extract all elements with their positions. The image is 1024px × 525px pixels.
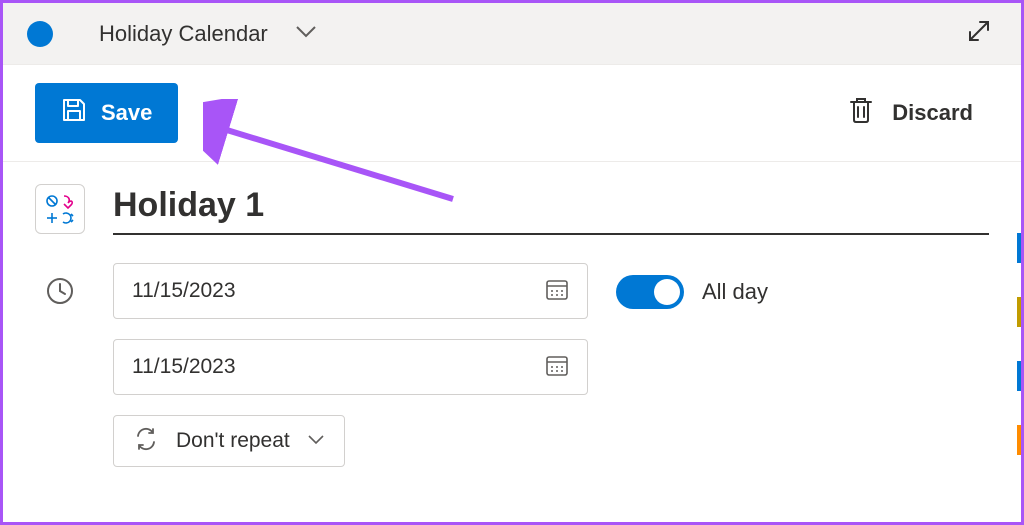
chevron-down-icon xyxy=(296,25,316,43)
clock-icon xyxy=(46,277,74,310)
toggle-knob xyxy=(654,279,680,305)
emoji-icon xyxy=(44,193,76,225)
repeat-label: Don't repeat xyxy=(176,429,290,453)
calendar-icon xyxy=(545,353,569,382)
emoji-picker-button[interactable] xyxy=(35,184,85,234)
calendar-color-icon xyxy=(27,21,53,47)
end-date-value: 11/15/2023 xyxy=(132,355,545,379)
chevron-down-icon xyxy=(308,432,324,450)
event-title-input[interactable] xyxy=(113,182,989,235)
start-date-value: 11/15/2023 xyxy=(132,279,545,303)
repeat-dropdown[interactable]: Don't repeat xyxy=(113,415,345,467)
all-day-toggle[interactable] xyxy=(616,275,684,309)
calendar-name-label: Holiday Calendar xyxy=(99,21,268,47)
repeat-icon xyxy=(134,427,158,456)
save-icon xyxy=(61,97,87,129)
calendar-selector[interactable]: Holiday Calendar xyxy=(27,21,316,47)
side-markers xyxy=(1017,233,1021,489)
calendar-icon xyxy=(545,277,569,306)
expand-icon[interactable] xyxy=(965,17,993,50)
all-day-label: All day xyxy=(702,279,768,305)
start-date-field[interactable]: 11/15/2023 xyxy=(113,263,588,319)
event-form: 11/15/2023 11/15/2023 Don't repeat xyxy=(3,162,1021,487)
action-toolbar: Save Discard xyxy=(3,65,1021,162)
save-label: Save xyxy=(101,100,152,126)
end-date-field[interactable]: 11/15/2023 xyxy=(113,339,588,395)
discard-button[interactable]: Discard xyxy=(832,86,989,140)
save-button[interactable]: Save xyxy=(35,83,178,143)
discard-label: Discard xyxy=(892,100,973,126)
trash-icon xyxy=(848,96,874,130)
window-header: Holiday Calendar xyxy=(3,3,1021,65)
